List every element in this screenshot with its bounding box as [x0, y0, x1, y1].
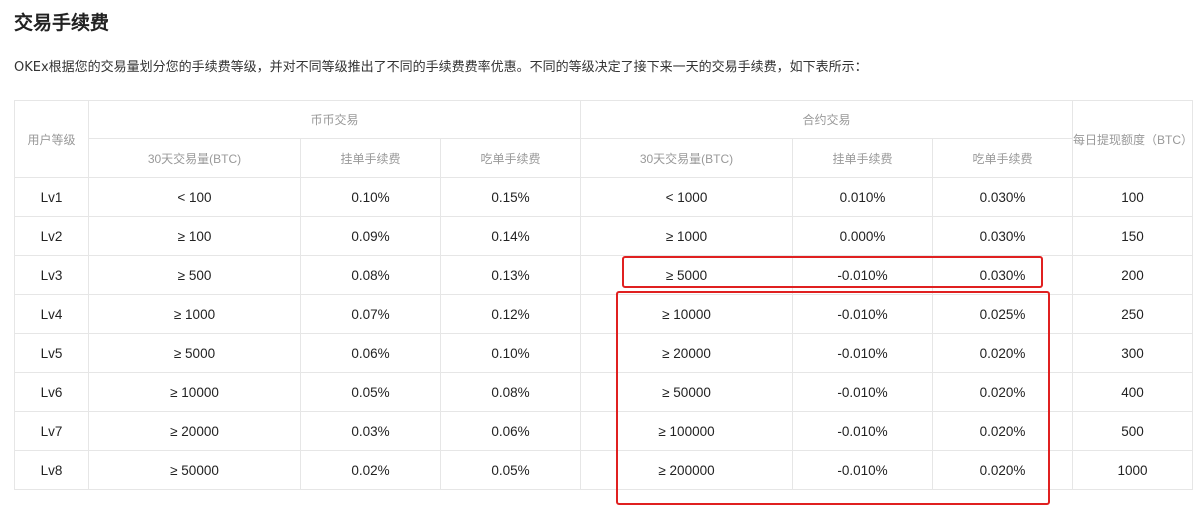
header-spot-maker: 挂单手续费	[300, 138, 441, 178]
cell-withdraw-limit: 300	[1072, 333, 1193, 373]
table-row: Lv7 ≥ 20000 0.03% 0.06% ≥ 100000 -0.010%…	[14, 411, 1193, 451]
header-spot: 币币交易	[88, 100, 581, 139]
header-contract: 合约交易	[580, 100, 1073, 139]
cell-level: Lv7	[14, 411, 89, 451]
cell-level: Lv4	[14, 294, 89, 334]
cell-spot-taker: 0.08%	[440, 372, 581, 412]
cell-spot-maker: 0.09%	[300, 216, 441, 256]
header-spot-volume: 30天交易量(BTC)	[88, 138, 301, 178]
header-spot-taker: 吃单手续费	[440, 138, 581, 178]
cell-spot-maker: 0.10%	[300, 177, 441, 217]
header-level: 用户等级	[14, 100, 89, 178]
cell-contract-taker: 0.020%	[932, 333, 1073, 373]
cell-spot-volume: ≥ 10000	[88, 372, 301, 412]
cell-spot-volume: ≥ 20000	[88, 411, 301, 451]
cell-spot-maker: 0.06%	[300, 333, 441, 373]
cell-spot-volume: ≥ 1000	[88, 294, 301, 334]
cell-spot-volume: ≥ 50000	[88, 450, 301, 490]
cell-contract-volume: ≥ 200000	[580, 450, 793, 490]
cell-contract-maker: -0.010%	[792, 333, 933, 373]
cell-contract-maker: 0.010%	[792, 177, 933, 217]
cell-level: Lv8	[14, 450, 89, 490]
cell-withdraw-limit: 250	[1072, 294, 1193, 334]
cell-contract-volume: ≥ 20000	[580, 333, 793, 373]
cell-contract-taker: 0.020%	[932, 450, 1073, 490]
cell-contract-volume: ≥ 100000	[580, 411, 793, 451]
cell-spot-maker: 0.02%	[300, 450, 441, 490]
cell-spot-maker: 0.08%	[300, 255, 441, 295]
cell-withdraw-limit: 400	[1072, 372, 1193, 412]
table-row: Lv6 ≥ 10000 0.05% 0.08% ≥ 50000 -0.010% …	[14, 372, 1193, 412]
cell-contract-maker: -0.010%	[792, 450, 933, 490]
cell-level: Lv1	[14, 177, 89, 217]
cell-spot-volume: ≥ 100	[88, 216, 301, 256]
cell-spot-taker: 0.10%	[440, 333, 581, 373]
intro-text: OKEx根据您的交易量划分您的手续费等级，并对不同等级推出了不同的手续费费率优惠…	[14, 60, 868, 75]
table-row: Lv2 ≥ 100 0.09% 0.14% ≥ 1000 0.000% 0.03…	[14, 216, 1193, 256]
header-withdraw: 每日提现额度（BTC）	[1072, 100, 1193, 178]
cell-contract-volume: ≥ 50000	[580, 372, 793, 412]
cell-contract-maker: -0.010%	[792, 294, 933, 334]
cell-withdraw-limit: 1000	[1072, 450, 1193, 490]
page-title: 交易手续费	[14, 12, 110, 34]
cell-level: Lv2	[14, 216, 89, 256]
cell-contract-taker: 0.030%	[932, 255, 1073, 295]
cell-spot-maker: 0.03%	[300, 411, 441, 451]
cell-contract-maker: -0.010%	[792, 411, 933, 451]
fee-table: 用户等级 币币交易 合约交易 每日提现额度（BTC） 30天交易量(BTC) 挂…	[14, 100, 1193, 490]
header-contract-volume: 30天交易量(BTC)	[580, 138, 793, 178]
cell-contract-taker: 0.030%	[932, 216, 1073, 256]
table-row: Lv4 ≥ 1000 0.07% 0.12% ≥ 10000 -0.010% 0…	[14, 294, 1193, 334]
cell-spot-volume: ≥ 5000	[88, 333, 301, 373]
cell-spot-taker: 0.14%	[440, 216, 581, 256]
cell-contract-volume: ≥ 1000	[580, 216, 793, 256]
cell-contract-taker: 0.020%	[932, 372, 1073, 412]
cell-spot-volume: < 100	[88, 177, 301, 217]
table-row: Lv8 ≥ 50000 0.02% 0.05% ≥ 200000 -0.010%…	[14, 450, 1193, 490]
cell-withdraw-limit: 150	[1072, 216, 1193, 256]
cell-spot-taker: 0.15%	[440, 177, 581, 217]
cell-contract-volume: < 1000	[580, 177, 793, 217]
cell-contract-volume: ≥ 5000	[580, 255, 793, 295]
cell-level: Lv5	[14, 333, 89, 373]
cell-withdraw-limit: 500	[1072, 411, 1193, 451]
cell-contract-maker: 0.000%	[792, 216, 933, 256]
table-row: Lv5 ≥ 5000 0.06% 0.10% ≥ 20000 -0.010% 0…	[14, 333, 1193, 373]
cell-contract-volume: ≥ 10000	[580, 294, 793, 334]
cell-level: Lv3	[14, 255, 89, 295]
cell-level: Lv6	[14, 372, 89, 412]
table-row: Lv1 < 100 0.10% 0.15% < 1000 0.010% 0.03…	[14, 177, 1193, 217]
cell-contract-maker: -0.010%	[792, 372, 933, 412]
cell-spot-maker: 0.07%	[300, 294, 441, 334]
cell-spot-volume: ≥ 500	[88, 255, 301, 295]
cell-spot-taker: 0.12%	[440, 294, 581, 334]
cell-contract-taker: 0.025%	[932, 294, 1073, 334]
table-row: Lv3 ≥ 500 0.08% 0.13% ≥ 5000 -0.010% 0.0…	[14, 255, 1193, 295]
cell-withdraw-limit: 100	[1072, 177, 1193, 217]
cell-contract-taker: 0.030%	[932, 177, 1073, 217]
cell-spot-maker: 0.05%	[300, 372, 441, 412]
cell-spot-taker: 0.13%	[440, 255, 581, 295]
cell-contract-maker: -0.010%	[792, 255, 933, 295]
cell-withdraw-limit: 200	[1072, 255, 1193, 295]
header-contract-taker: 吃单手续费	[932, 138, 1073, 178]
cell-spot-taker: 0.06%	[440, 411, 581, 451]
cell-spot-taker: 0.05%	[440, 450, 581, 490]
cell-contract-taker: 0.020%	[932, 411, 1073, 451]
header-contract-maker: 挂单手续费	[792, 138, 933, 178]
